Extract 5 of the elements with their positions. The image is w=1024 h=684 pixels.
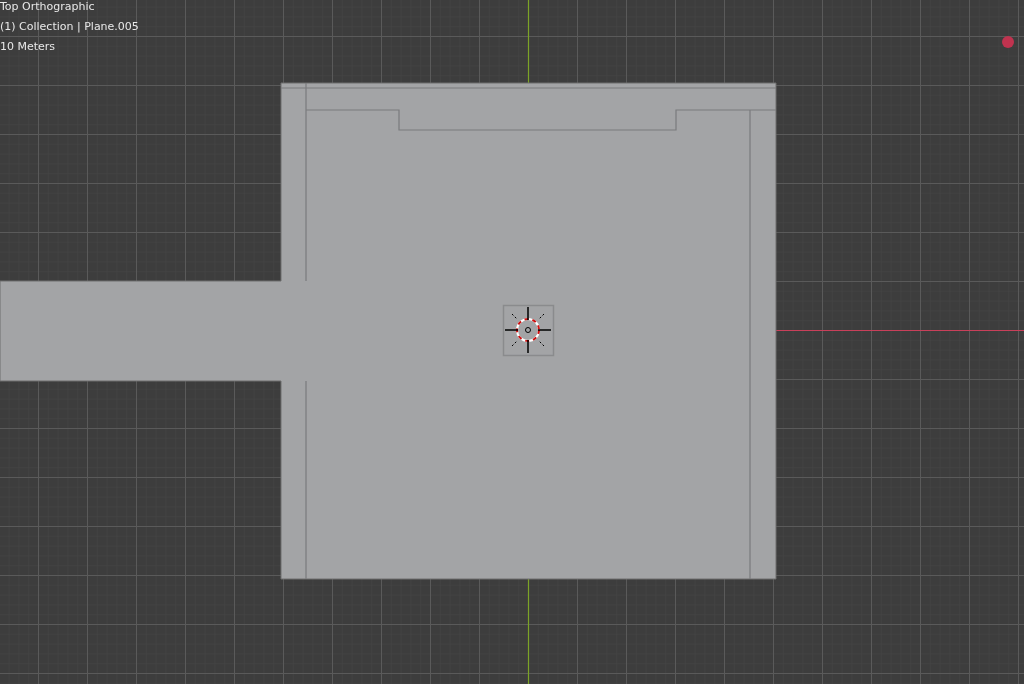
view-name: Top Orthographic	[0, 0, 95, 14]
3d-cursor-icon	[502, 304, 555, 357]
dot-icon	[1002, 36, 1014, 48]
scale-label: 10 Meters	[0, 40, 56, 54]
object-info: (1) Collection | Plane.005	[0, 20, 139, 34]
